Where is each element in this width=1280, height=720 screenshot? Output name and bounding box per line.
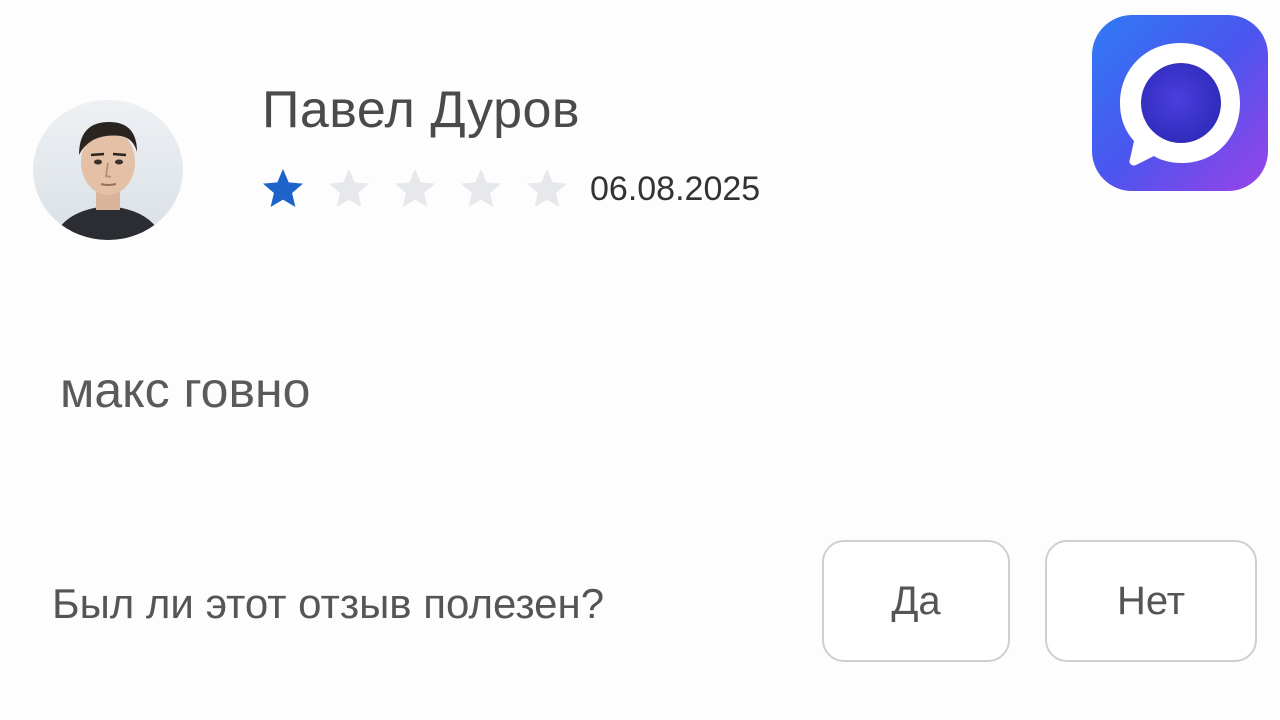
avatar-photo [33, 100, 183, 240]
star-empty-icon [524, 166, 570, 212]
star-empty-icon [326, 166, 372, 212]
star-filled-icon [260, 166, 306, 212]
max-messenger-icon [1092, 15, 1268, 191]
rating-row: 06.08.2025 [260, 164, 760, 214]
review-text: макс говно [60, 362, 311, 418]
star-rating [260, 166, 570, 212]
avatar [33, 100, 183, 240]
helpful-yes-button[interactable]: Да [822, 540, 1010, 662]
review-date: 06.08.2025 [590, 169, 761, 208]
author-name: Павел Дуров [262, 81, 581, 139]
star-empty-icon [392, 166, 438, 212]
review-card: Павел Дуров 06.08.2025 макс говно Был ли… [0, 0, 1280, 720]
helpful-question: Был ли этот отзыв полезен? [52, 580, 605, 627]
helpful-no-button[interactable]: Нет [1045, 540, 1257, 662]
star-empty-icon [458, 166, 504, 212]
